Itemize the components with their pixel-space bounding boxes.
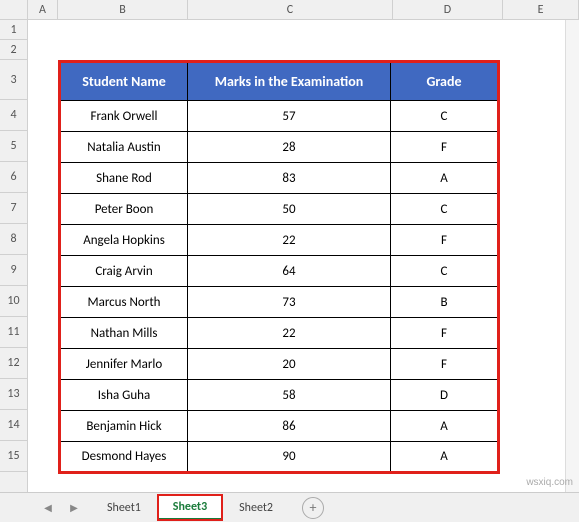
sheet-tab-sheet2[interactable]: Sheet2 — [224, 496, 288, 520]
row-header-4[interactable]: 4 — [0, 100, 27, 131]
col-header-A[interactable]: A — [28, 0, 58, 19]
table-row: Desmond Hayes90A — [60, 442, 499, 473]
cell-grade[interactable]: B — [391, 287, 499, 318]
cell-marks[interactable]: 50 — [188, 194, 391, 225]
cell-name[interactable]: Shane Rod — [60, 163, 188, 194]
row-header-10[interactable]: 10 — [0, 286, 27, 317]
cell-grade[interactable]: F — [391, 318, 499, 349]
cell-name[interactable]: Angela Hopkins — [60, 225, 188, 256]
cell-grade[interactable]: C — [391, 256, 499, 287]
cell-marks[interactable]: 58 — [188, 380, 391, 411]
table-row: Shane Rod83A — [60, 163, 499, 194]
grid-body: 1 2 3 4 5 6 7 8 9 10 11 12 13 14 15 Stud… — [0, 20, 579, 492]
prev-sheet-icon[interactable]: ◀ — [40, 500, 56, 516]
row-headers: 1 2 3 4 5 6 7 8 9 10 11 12 13 14 15 — [0, 20, 28, 492]
cell-area[interactable]: Student Name Marks in the Examination Gr… — [28, 20, 579, 492]
column-headers: A B C D E — [0, 0, 579, 20]
table-row: Isha Guha58D — [60, 380, 499, 411]
sheet-tabs-bar: ◀ ▶ Sheet1 Sheet3 Sheet2 + — [0, 492, 579, 522]
cell-name[interactable]: Frank Orwell — [60, 101, 188, 132]
header-grade[interactable]: Grade — [391, 62, 499, 101]
cell-name[interactable]: Jennifer Marlo — [60, 349, 188, 380]
row-header-9[interactable]: 9 — [0, 255, 27, 286]
watermark-text: wsxiq.com — [526, 477, 573, 488]
table-row: Angela Hopkins22F — [60, 225, 499, 256]
cell-name[interactable]: Isha Guha — [60, 380, 188, 411]
cell-name[interactable]: Peter Boon — [60, 194, 188, 225]
cell-name[interactable]: Benjamin Hick — [60, 411, 188, 442]
row-header-6[interactable]: 6 — [0, 162, 27, 193]
cell-marks[interactable]: 86 — [188, 411, 391, 442]
cell-name[interactable]: Natalia Austin — [60, 132, 188, 163]
cell-grade[interactable]: D — [391, 380, 499, 411]
row-header-8[interactable]: 8 — [0, 224, 27, 255]
row-header-2[interactable]: 2 — [0, 40, 27, 60]
table-body: Frank Orwell57C Natalia Austin28F Shane … — [60, 101, 499, 473]
col-header-B[interactable]: B — [58, 0, 188, 19]
table-row: Nathan Mills22F — [60, 318, 499, 349]
cell-name[interactable]: Nathan Mills — [60, 318, 188, 349]
col-header-C[interactable]: C — [188, 0, 393, 19]
header-student-name[interactable]: Student Name — [60, 62, 188, 101]
header-marks[interactable]: Marks in the Examination — [188, 62, 391, 101]
row-header-3[interactable]: 3 — [0, 60, 27, 100]
col-header-E[interactable]: E — [503, 0, 579, 19]
cell-marks[interactable]: 28 — [188, 132, 391, 163]
row-header-14[interactable]: 14 — [0, 410, 27, 441]
cell-marks[interactable]: 57 — [188, 101, 391, 132]
table-row: Peter Boon50C — [60, 194, 499, 225]
cell-name[interactable]: Marcus North — [60, 287, 188, 318]
select-all-corner[interactable] — [0, 0, 28, 19]
add-sheet-button[interactable]: + — [302, 497, 324, 519]
sheet-tab-sheet1[interactable]: Sheet1 — [92, 496, 156, 520]
table-row: Benjamin Hick86A — [60, 411, 499, 442]
row-header-1[interactable]: 1 — [0, 20, 27, 40]
cell-grade[interactable]: F — [391, 349, 499, 380]
row-header-12[interactable]: 12 — [0, 348, 27, 379]
next-sheet-icon[interactable]: ▶ — [66, 500, 82, 516]
cell-marks[interactable]: 22 — [188, 318, 391, 349]
row-header-13[interactable]: 13 — [0, 379, 27, 410]
table-row: Frank Orwell57C — [60, 101, 499, 132]
table-header-row: Student Name Marks in the Examination Gr… — [60, 62, 499, 101]
table-row: Marcus North73B — [60, 287, 499, 318]
col-header-D[interactable]: D — [393, 0, 503, 19]
table-row: Jennifer Marlo20F — [60, 349, 499, 380]
cell-marks[interactable]: 22 — [188, 225, 391, 256]
cell-grade[interactable]: A — [391, 442, 499, 473]
vertical-scrollbar[interactable] — [565, 20, 579, 492]
cell-marks[interactable]: 83 — [188, 163, 391, 194]
cell-grade[interactable]: A — [391, 163, 499, 194]
cell-grade[interactable]: A — [391, 411, 499, 442]
cell-marks[interactable]: 64 — [188, 256, 391, 287]
student-grades-table: Student Name Marks in the Examination Gr… — [58, 60, 500, 474]
cell-grade[interactable]: C — [391, 194, 499, 225]
cell-grade[interactable]: F — [391, 225, 499, 256]
row-header-15[interactable]: 15 — [0, 441, 27, 472]
cell-marks[interactable]: 90 — [188, 442, 391, 473]
cell-name[interactable]: Desmond Hayes — [60, 442, 188, 473]
cell-name[interactable]: Craig Arvin — [60, 256, 188, 287]
row-header-11[interactable]: 11 — [0, 317, 27, 348]
row-header-7[interactable]: 7 — [0, 193, 27, 224]
plus-icon: + — [309, 499, 316, 516]
cell-grade[interactable]: C — [391, 101, 499, 132]
row-header-5[interactable]: 5 — [0, 131, 27, 162]
sheet-tab-sheet3[interactable]: Sheet3 — [158, 495, 222, 520]
table-row: Natalia Austin28F — [60, 132, 499, 163]
cell-marks[interactable]: 20 — [188, 349, 391, 380]
cell-marks[interactable]: 73 — [188, 287, 391, 318]
spreadsheet-app: A B C D E 1 2 3 4 5 6 7 8 9 10 11 12 13 … — [0, 0, 579, 522]
table-row: Craig Arvin64C — [60, 256, 499, 287]
cell-grade[interactable]: F — [391, 132, 499, 163]
